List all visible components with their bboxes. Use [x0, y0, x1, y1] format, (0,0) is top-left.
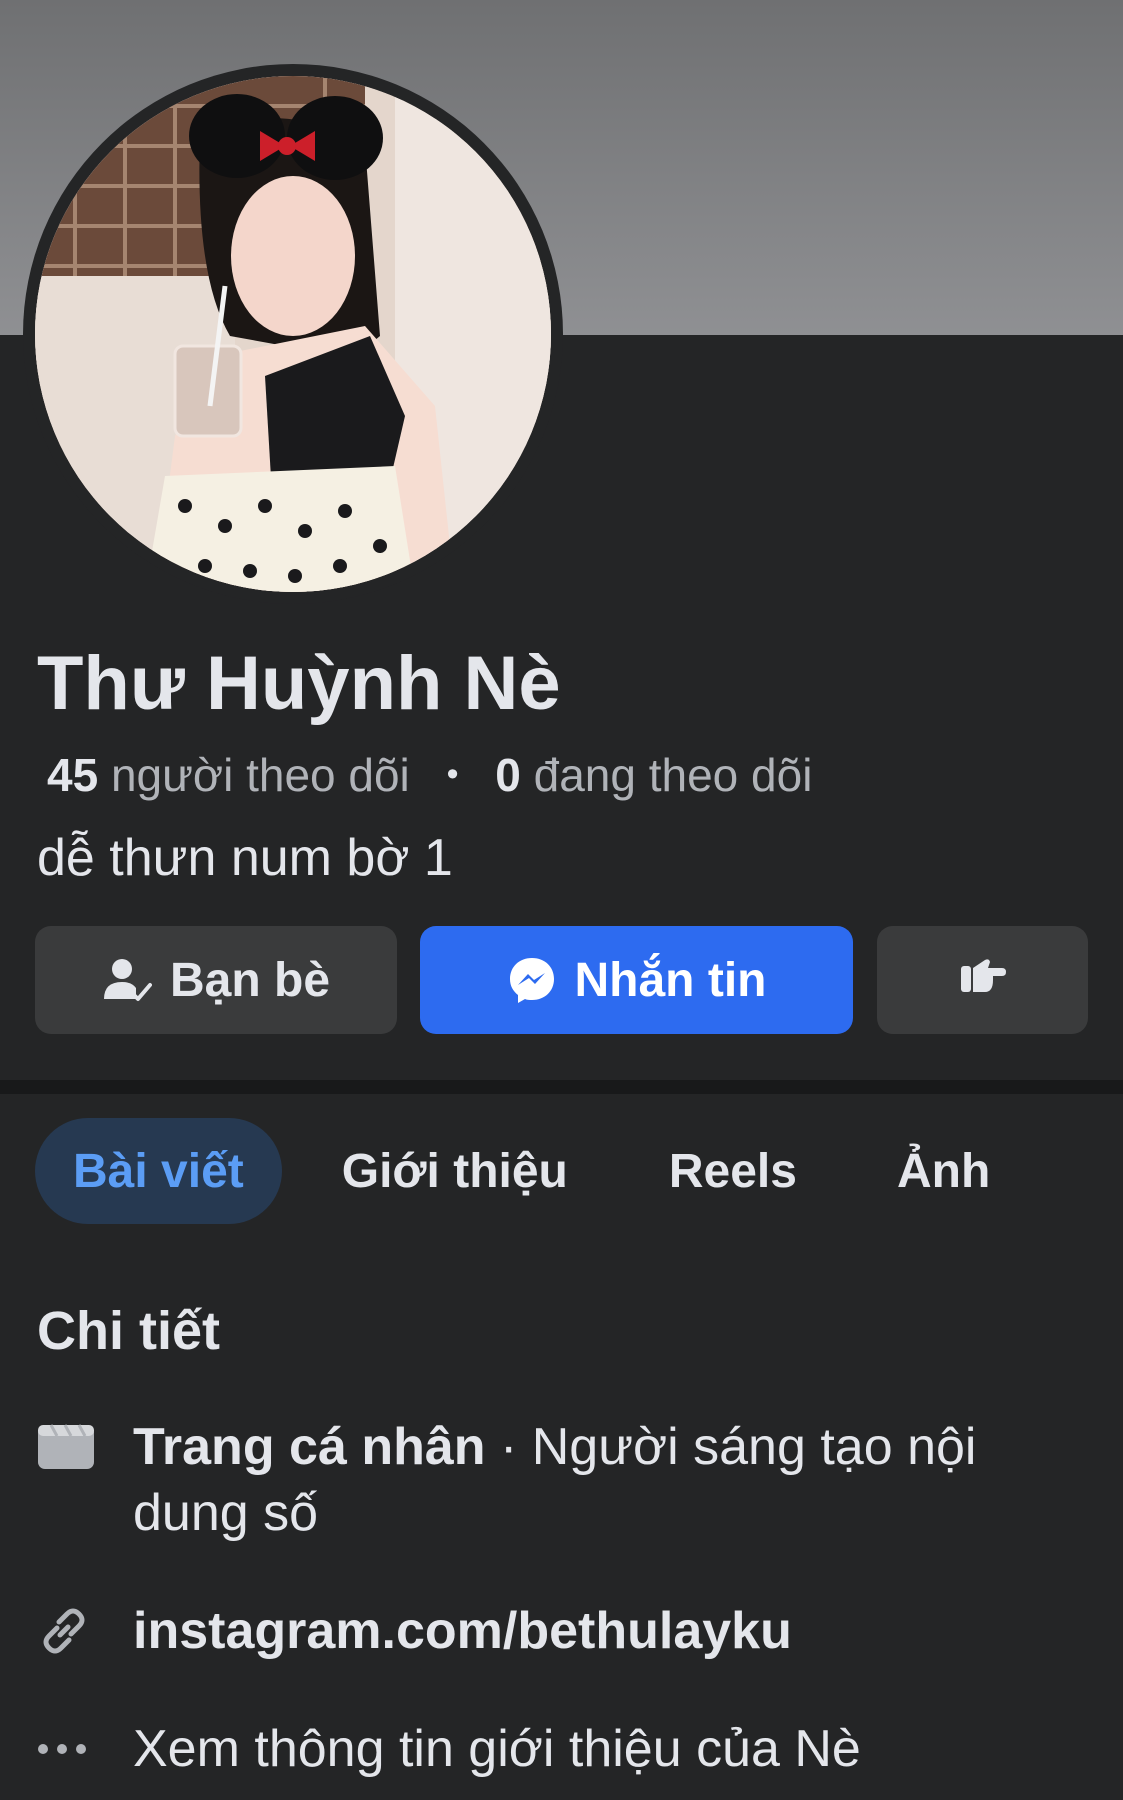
see-about-link[interactable]: Xem thông tin giới thiệu của Nè [133, 1716, 1073, 1782]
followers-label[interactable]: người theo dõi [111, 749, 410, 801]
followers-count[interactable]: 45 [47, 749, 98, 801]
pointing-hand-icon [959, 953, 1007, 1008]
follow-stats: 45 người theo dõi • 0 đang theo dõi [47, 748, 812, 802]
friends-button[interactable]: Bạn bè [35, 926, 397, 1034]
friends-button-label: Bạn bè [169, 953, 331, 1007]
person-check-icon [102, 955, 152, 1005]
clapperboard-icon [37, 1414, 133, 1480]
detail-see-about[interactable]: Xem thông tin giới thiệu của Nè [37, 1716, 1097, 1782]
stats-separator: • [446, 755, 459, 793]
profile-avatar[interactable] [35, 76, 551, 592]
section-divider [0, 1080, 1123, 1094]
detail-page-type-text: Trang cá nhân · Người sáng tạo nội dung … [133, 1414, 1073, 1546]
details-heading: Chi tiết [37, 1301, 220, 1361]
detail-link[interactable]: instagram.com/bethulayku [37, 1598, 1097, 1664]
following-count[interactable]: 0 [495, 749, 521, 801]
tab-posts[interactable]: Bài viết [35, 1118, 282, 1224]
instagram-link[interactable]: instagram.com/bethulayku [133, 1598, 1073, 1664]
instagram-link-text[interactable]: instagram.com/bethulayku [133, 1602, 792, 1660]
profile-tabs: Bài viết Giới thiệu Reels Ảnh [35, 1118, 990, 1224]
profile-name: Thư Huỳnh Nè [37, 641, 561, 726]
message-button-label: Nhắn tin [574, 953, 767, 1007]
detail-page-type: Trang cá nhân · Người sáng tạo nội dung … [37, 1414, 1097, 1546]
messenger-icon [507, 955, 557, 1005]
tab-about[interactable]: Giới thiệu [342, 1118, 568, 1224]
avatar-image [35, 76, 551, 592]
page-type-label: Trang cá nhân [133, 1418, 486, 1476]
tab-reels[interactable]: Reels [669, 1118, 797, 1224]
following-label[interactable]: đang theo dõi [534, 749, 813, 801]
tab-photos[interactable]: Ảnh [897, 1118, 990, 1224]
page-type-separator: · [485, 1418, 532, 1476]
message-button[interactable]: Nhắn tin [420, 926, 853, 1034]
more-button[interactable] [877, 926, 1088, 1034]
profile-bio: dễ thưn num bờ 1 [37, 829, 453, 887]
more-dots-icon [37, 1716, 133, 1782]
link-icon [37, 1598, 133, 1664]
